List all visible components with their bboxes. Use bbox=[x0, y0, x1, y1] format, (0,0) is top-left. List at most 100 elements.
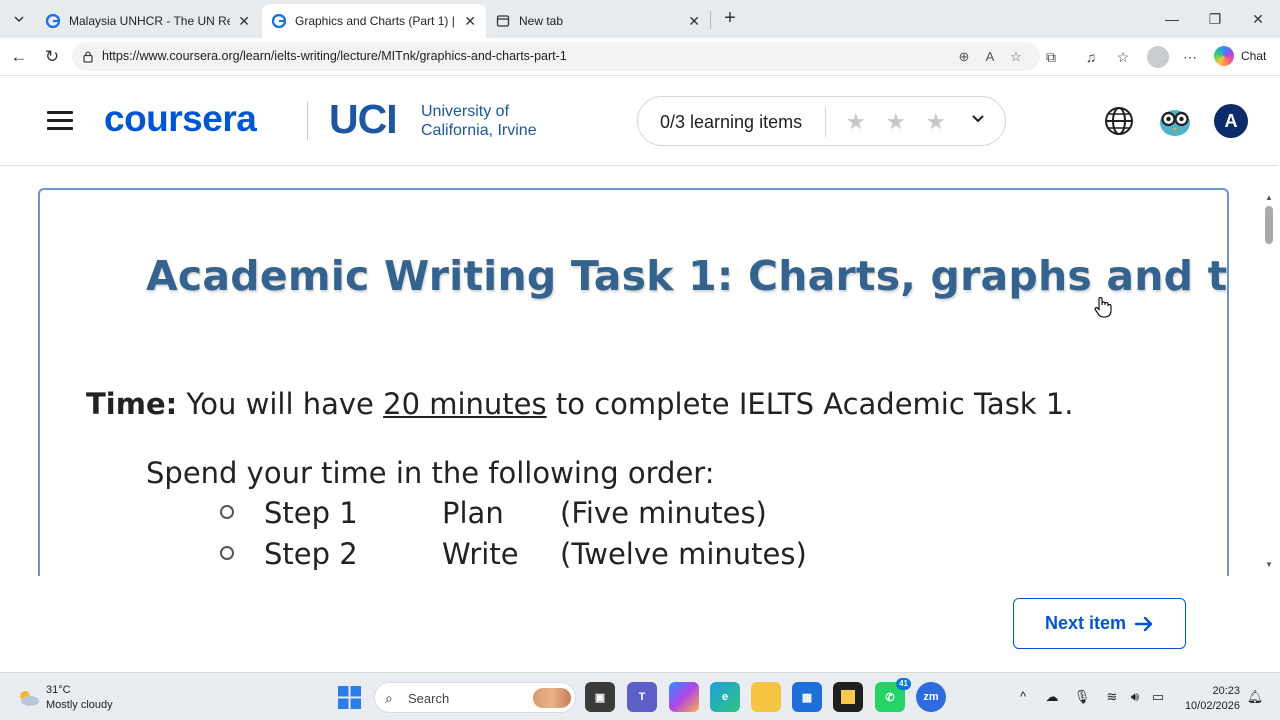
chevron-down-icon bbox=[14, 16, 24, 23]
show-hidden-icons-chevron-icon[interactable]: ^ bbox=[1014, 688, 1032, 706]
new-tab-plus-icon[interactable]: + bbox=[719, 8, 741, 30]
chevron-down-icon bbox=[972, 115, 984, 123]
slide-spend-line: Spend your time in the following order: bbox=[146, 456, 715, 490]
uci-name-line-1: University of bbox=[421, 103, 510, 120]
taskbar-search-box[interactable]: ⌕ Search bbox=[374, 682, 576, 713]
microphone-icon[interactable]: 🎙︎ bbox=[1073, 688, 1091, 706]
read-aloud-icon[interactable]: A bbox=[982, 49, 998, 65]
weather-widget[interactable]: 31°C Mostly cloudy bbox=[16, 683, 113, 713]
scrollbar-thumb[interactable] bbox=[1265, 206, 1273, 244]
close-tab-icon[interactable]: ✕ bbox=[688, 13, 700, 30]
copilot-icon bbox=[1214, 46, 1234, 66]
time-duration: 20 minutes bbox=[383, 387, 547, 421]
tab-title: New tab bbox=[519, 14, 564, 28]
windows-start-icon[interactable] bbox=[338, 686, 361, 709]
battery-icon[interactable]: ▭ bbox=[1149, 688, 1167, 706]
clock-time: 20:23 bbox=[1212, 685, 1240, 697]
close-tab-icon[interactable]: ✕ bbox=[464, 13, 476, 30]
browser-toolbar: ← ↻ https://www.coursera.org/learn/ielts… bbox=[0, 38, 1280, 76]
slide-time-line: Time: You will have 20 minutes to comple… bbox=[86, 387, 1073, 421]
zoom-app-icon[interactable]: zm bbox=[916, 682, 946, 712]
close-tab-icon[interactable]: ✕ bbox=[238, 13, 250, 30]
back-arrow-icon[interactable]: ← bbox=[8, 46, 30, 68]
step-number: Step 1 bbox=[264, 496, 358, 530]
user-avatar[interactable]: A bbox=[1214, 104, 1248, 138]
page-scrollbar[interactable]: ▲ ▼ bbox=[1260, 188, 1278, 576]
url-text: https://www.coursera.org/learn/ielts-wri… bbox=[102, 49, 567, 63]
close-window-icon[interactable]: ✕ bbox=[1247, 8, 1269, 30]
copilot-app-icon[interactable] bbox=[669, 682, 699, 712]
partly-cloudy-icon bbox=[20, 691, 39, 706]
favorites-icon[interactable]: ☆ bbox=[1114, 48, 1132, 66]
tab-new-tab[interactable]: New tab ✕ bbox=[486, 4, 710, 38]
google-favicon-icon bbox=[272, 14, 286, 28]
star-icon: ★ bbox=[846, 109, 866, 134]
tab-graphics-and-charts[interactable]: Graphics and Charts (Part 1) | Cour ✕ bbox=[262, 4, 486, 38]
bullet-circle-icon bbox=[220, 505, 234, 519]
lecture-content: Academic Writing Task 1: Charts, graphs … bbox=[0, 166, 1260, 672]
profile-avatar-icon[interactable] bbox=[1147, 46, 1169, 68]
refresh-icon[interactable]: ↻ bbox=[41, 46, 63, 68]
onedrive-icon[interactable]: ☁ bbox=[1043, 688, 1061, 706]
next-item-button[interactable]: Next item bbox=[1013, 598, 1186, 649]
tab-separator bbox=[710, 11, 711, 29]
time-text-post: to complete IELTS Academic Task 1. bbox=[546, 387, 1074, 421]
taskbar-clock[interactable]: 20:23 10/02/2026 bbox=[1180, 684, 1240, 714]
more-options-icon[interactable]: ⋯ bbox=[1181, 48, 1199, 66]
bullet-circle-icon bbox=[220, 546, 234, 560]
step-action: Write bbox=[442, 537, 519, 571]
chat-label: Chat bbox=[1241, 49, 1267, 63]
logo-divider bbox=[307, 102, 308, 140]
coursera-logo[interactable]: coursera bbox=[104, 98, 257, 140]
globe-language-icon[interactable] bbox=[1104, 106, 1134, 136]
step-duration: (Twelve minutes) bbox=[560, 537, 807, 571]
coach-owl-icon[interactable] bbox=[1158, 104, 1192, 138]
uci-logo: UCI bbox=[329, 96, 398, 142]
time-text-pre: You will have bbox=[177, 387, 384, 421]
star-icon: ★ bbox=[886, 109, 906, 134]
time-label: Time: bbox=[86, 387, 178, 421]
minimize-icon[interactable]: — bbox=[1161, 8, 1183, 30]
zoom-icon[interactable]: ⊕ bbox=[956, 49, 972, 65]
edge-browser-icon[interactable]: e bbox=[710, 682, 740, 712]
task-view-icon[interactable]: ▣ bbox=[585, 682, 615, 712]
tab-actions-menu-button[interactable] bbox=[6, 6, 32, 32]
scroll-up-arrow-icon[interactable]: ▲ bbox=[1265, 193, 1273, 202]
extensions-icon[interactable]: ⧉ bbox=[1042, 48, 1060, 66]
progress-separator bbox=[825, 107, 826, 137]
clock-date: 10/02/2026 bbox=[1184, 700, 1240, 712]
maximize-icon[interactable]: ❐ bbox=[1204, 8, 1226, 30]
tab-title: Graphics and Charts (Part 1) | Cour bbox=[295, 14, 456, 28]
hand-cursor-icon bbox=[1094, 297, 1112, 318]
file-explorer-icon[interactable] bbox=[751, 682, 781, 712]
favorite-star-icon[interactable]: ☆ bbox=[1008, 49, 1024, 65]
notifications-icon[interactable]: 🔔︎ bbox=[1246, 688, 1264, 706]
uci-university-name: University of California, Irvine bbox=[421, 102, 537, 140]
whatsapp-notification-badge: 41 bbox=[896, 678, 911, 690]
arrow-right-icon bbox=[1134, 616, 1153, 631]
copilot-chat-button[interactable]: Chat bbox=[1214, 46, 1266, 66]
browser-tab-strip: Malaysia UNHCR - The UN Refuge ✕ Graphic… bbox=[0, 0, 1280, 38]
tab-unhcr[interactable]: Malaysia UNHCR - The UN Refuge ✕ bbox=[36, 4, 260, 38]
lecture-video-slide[interactable]: Academic Writing Task 1: Charts, graphs … bbox=[38, 188, 1229, 576]
volume-icon[interactable]: 🔊︎ bbox=[1126, 688, 1144, 706]
scroll-down-arrow-icon[interactable]: ▼ bbox=[1265, 560, 1273, 569]
coursera-header: coursera UCI University of California, I… bbox=[0, 76, 1278, 166]
teams-icon[interactable]: T bbox=[627, 682, 657, 712]
site-info-icon[interactable] bbox=[82, 50, 94, 63]
search-label: Search bbox=[408, 691, 450, 706]
hamburger-menu-icon[interactable] bbox=[47, 111, 73, 131]
google-favicon-icon bbox=[46, 14, 60, 28]
whatsapp-icon[interactable]: ✆ 41 bbox=[875, 678, 911, 712]
uci-name-line-2: California, Irvine bbox=[421, 122, 537, 139]
browser-essentials-icon[interactable]: ♫ bbox=[1082, 48, 1100, 66]
step-duration: (Five minutes) bbox=[560, 496, 767, 530]
new-tab-page-icon bbox=[496, 15, 510, 27]
microsoft-store-icon[interactable]: ▦ bbox=[792, 682, 822, 712]
star-icon: ★ bbox=[926, 109, 946, 134]
wifi-icon[interactable]: ≋ bbox=[1103, 688, 1121, 706]
learning-progress-dropdown[interactable]: 0/3 learning items ★ ★ ★ bbox=[637, 96, 1006, 146]
sticky-notes-icon[interactable] bbox=[833, 682, 863, 712]
weather-condition: Mostly cloudy bbox=[46, 699, 113, 711]
address-bar[interactable]: https://www.coursera.org/learn/ielts-wri… bbox=[72, 42, 1040, 71]
